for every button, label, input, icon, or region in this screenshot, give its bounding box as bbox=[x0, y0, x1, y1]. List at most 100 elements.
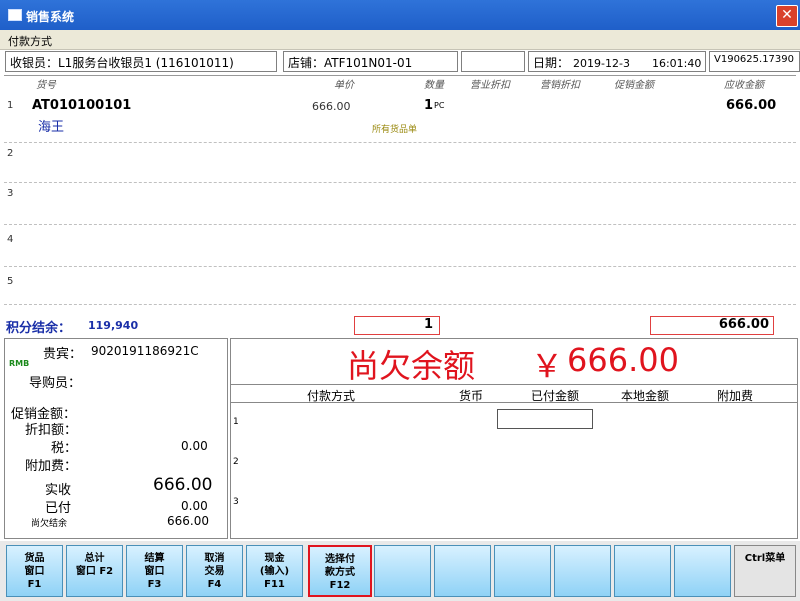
button-key: F11 bbox=[264, 579, 285, 590]
settlement-window-button[interactable]: 结算窗口 F3 bbox=[126, 545, 183, 597]
balance-row: 积分结余： 119,940 1 666.00 bbox=[4, 313, 796, 337]
table-row[interactable]: 1 AT010100101 海王 666.00 1 PC 所有货品单 666.0… bbox=[4, 96, 796, 138]
window-title: 销售系统 bbox=[26, 10, 75, 24]
guest-label: 贵宾： bbox=[43, 347, 83, 362]
empty-function-button[interactable] bbox=[434, 545, 491, 597]
summary-panel: 贵宾： 9020191186921C RMB 导购员： 促销金额： 折扣额： 税… bbox=[4, 338, 228, 539]
col-header-business-discount: 营业折扣 bbox=[470, 80, 510, 91]
row-number: 3 bbox=[7, 188, 14, 199]
blank-field bbox=[461, 51, 525, 72]
row-number: 5 bbox=[7, 276, 14, 287]
guide-label: 导购员： bbox=[29, 376, 82, 391]
button-label: 总计 bbox=[84, 553, 105, 564]
balance-banner-amount: 666.00 bbox=[567, 341, 679, 379]
total-window-button[interactable]: 总计窗口 F2 bbox=[66, 545, 123, 597]
balance-banner-text: 尚欠余额 bbox=[347, 347, 476, 385]
version-field: V190625.17390 bbox=[709, 51, 800, 72]
payment-panel: 尚欠余额 ￥ 666.00 付款方式 货币 已付金额 本地金额 附加费 1 2 … bbox=[230, 338, 798, 539]
row-divider bbox=[4, 182, 796, 183]
item-amount: 666.00 bbox=[726, 98, 777, 113]
row-number: 1 bbox=[7, 100, 14, 111]
tax-label: 税： bbox=[51, 441, 78, 456]
cashier-field: 收银员：L1服务台收银员1 (116101011) bbox=[5, 51, 277, 72]
col-header-promo: 促销金额 bbox=[614, 80, 654, 91]
close-button[interactable]: ✕ bbox=[776, 5, 798, 27]
ctrl-menu-button[interactable]: Ctrl菜单 bbox=[734, 545, 796, 597]
col-header-marketing-discount: 营销折扣 bbox=[540, 80, 580, 91]
button-label: (输入) bbox=[259, 566, 290, 577]
pay-row-number: 1 bbox=[233, 417, 239, 427]
guest-value: 9020191186921C bbox=[91, 344, 199, 358]
date-label: 日期： bbox=[533, 56, 570, 70]
button-label: 窗口 bbox=[144, 566, 165, 577]
button-key: F3 bbox=[147, 579, 162, 590]
paid-value: 0.00 bbox=[181, 499, 208, 513]
title-bar: 销售系统 ✕ bbox=[0, 0, 800, 30]
item-price: 666.00 bbox=[312, 100, 351, 113]
button-label: 现金 bbox=[264, 553, 285, 564]
paid-amount-input[interactable] bbox=[497, 409, 593, 429]
row-number: 4 bbox=[7, 234, 14, 245]
item-code: AT010100101 bbox=[32, 98, 132, 113]
pay-row-number: 3 bbox=[233, 497, 239, 507]
select-payment-method-button[interactable]: 选择付款方式 F12 bbox=[308, 545, 372, 597]
row-divider bbox=[4, 142, 796, 143]
currency-label: RMB bbox=[9, 359, 30, 368]
button-label: 结算 bbox=[144, 553, 165, 564]
menu-payment-method[interactable]: 付款方式 bbox=[8, 33, 52, 49]
menu-bar: 付款方式 bbox=[0, 30, 800, 50]
points-balance-value: 119,940 bbox=[88, 319, 139, 332]
col-header-price: 单价 bbox=[334, 80, 354, 91]
balance-banner-currency: ￥ bbox=[531, 347, 564, 385]
function-key-bar: 货品窗口 F1 总计窗口 F2 结算窗口 F3 取消交易 F4 现金 (输入) F11 选… bbox=[0, 541, 800, 601]
cash-input-button[interactable]: 现金 (输入) F11 bbox=[246, 545, 303, 597]
actual-value: 666.00 bbox=[153, 475, 213, 495]
row-number: 2 bbox=[7, 148, 14, 159]
time-value: 16:01:40 bbox=[651, 57, 702, 70]
total-amount-box: 666.00 bbox=[650, 316, 774, 335]
empty-function-button[interactable] bbox=[554, 545, 611, 597]
goods-window-button[interactable]: 货品窗口 F1 bbox=[6, 545, 63, 597]
button-label: 货品 bbox=[24, 553, 45, 564]
button-key: F1 bbox=[27, 579, 42, 590]
row-divider bbox=[4, 304, 796, 305]
discount-label: 折扣额： bbox=[25, 423, 78, 438]
col-header-qty: 数量 bbox=[424, 80, 444, 91]
item-promo-note: 所有货品单 bbox=[372, 125, 418, 135]
date-value: 2019-12-3 bbox=[573, 57, 630, 70]
empty-function-button[interactable] bbox=[614, 545, 671, 597]
balance-banner: 尚欠余额 ￥ 666.00 bbox=[231, 339, 797, 385]
pay-row-number: 2 bbox=[233, 457, 239, 467]
button-label: 窗口 F2 bbox=[75, 566, 114, 577]
info-bar: 收银员：L1服务台收银员1 (116101011) 店铺：ATF101N01-0… bbox=[0, 50, 800, 73]
button-label: Ctrl菜单 bbox=[744, 553, 786, 564]
tax-value: 0.00 bbox=[181, 439, 208, 453]
pay-header-divider bbox=[231, 402, 797, 403]
empty-function-button[interactable] bbox=[494, 545, 551, 597]
owed-value: 666.00 bbox=[167, 514, 209, 528]
button-label: 窗口 bbox=[24, 566, 45, 577]
total-qty-box: 1 bbox=[354, 316, 440, 335]
button-key: F4 bbox=[207, 579, 222, 590]
date-field: 日期： 2019-12-3 16:01:40 bbox=[528, 51, 706, 72]
owed-label: 尚欠结余 bbox=[31, 519, 68, 529]
app-icon bbox=[8, 9, 22, 21]
item-qty: 1 bbox=[424, 98, 434, 113]
paid-label: 已付 bbox=[45, 501, 72, 516]
button-label: 选择付 bbox=[325, 554, 355, 565]
item-unit: PC bbox=[434, 101, 445, 110]
row-divider bbox=[4, 266, 796, 267]
cancel-transaction-button[interactable]: 取消交易 F4 bbox=[186, 545, 243, 597]
empty-function-button[interactable] bbox=[674, 545, 731, 597]
row-divider bbox=[4, 224, 796, 225]
points-balance-label: 积分结余： bbox=[6, 321, 72, 336]
items-grid: 货号 单价 数量 营业折扣 营销折扣 促销金额 应收金额 1 AT0101001… bbox=[4, 75, 796, 337]
button-key: F12 bbox=[329, 580, 351, 591]
button-label: 款方式 bbox=[325, 567, 355, 578]
button-label: 交易 bbox=[204, 566, 225, 577]
empty-function-button[interactable] bbox=[374, 545, 431, 597]
actual-label: 实收 bbox=[45, 483, 72, 498]
col-header-receivable: 应收金额 bbox=[724, 80, 764, 91]
button-label: 取消 bbox=[204, 553, 225, 564]
store-field: 店铺：ATF101N01-01 bbox=[283, 51, 458, 72]
